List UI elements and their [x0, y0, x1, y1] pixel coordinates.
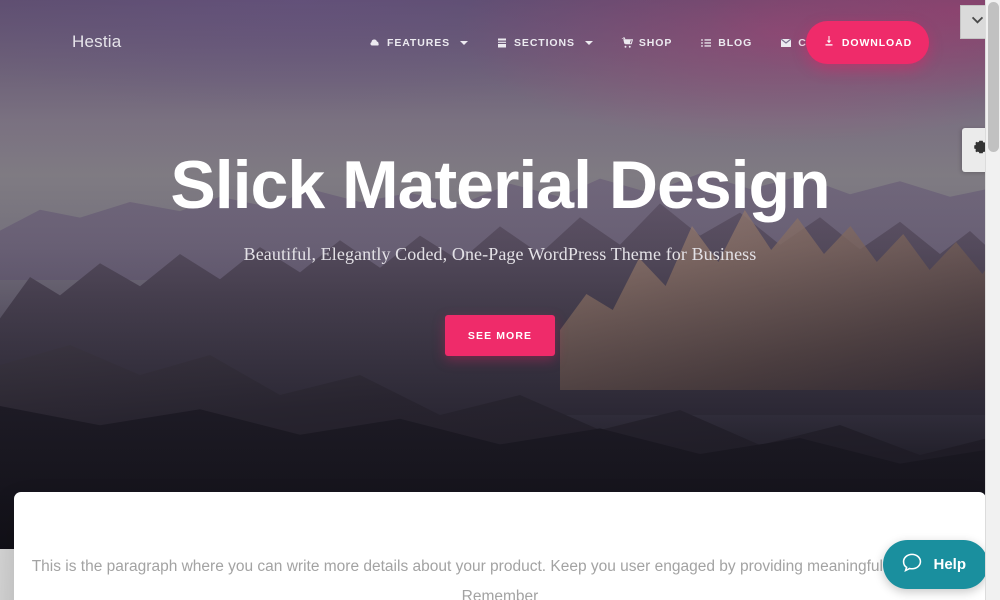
list-icon [700, 37, 712, 49]
cart-icon [621, 37, 633, 49]
envelope-icon [780, 37, 792, 49]
brand-logo[interactable]: Hestia [72, 32, 121, 52]
chevron-down-icon [460, 41, 469, 45]
cloud-icon [369, 37, 381, 49]
nav-item-label: BLOG [718, 37, 753, 49]
nav-item-label: FEATURES [387, 37, 451, 49]
download-button[interactable]: DOWNLOAD [806, 21, 929, 64]
content-paragraph: This is the paragraph where you can writ… [31, 558, 969, 600]
page-root: Hestia FEATURES SECTIONS SHOP BLOG DOWNL… [0, 0, 1000, 600]
download-icon [823, 35, 835, 50]
nav-item-label: SECTIONS [514, 37, 575, 49]
help-label: Help [933, 556, 966, 573]
layers-icon [496, 37, 508, 49]
nav-item-features[interactable]: FEATURES [355, 33, 482, 53]
content-card: This is the paragraph where you can writ… [14, 492, 986, 600]
see-more-button[interactable]: SEE MORE [445, 315, 555, 356]
nav-item-shop[interactable]: SHOP [607, 33, 686, 53]
nav-item-sections[interactable]: SECTIONS [482, 33, 607, 53]
download-button-label: DOWNLOAD [841, 36, 913, 49]
scrollbar-thumb[interactable] [988, 2, 999, 152]
nav-menu: FEATURES SECTIONS SHOP BLOG [355, 33, 869, 53]
chat-bubble-question-icon [901, 552, 923, 578]
nav-item-label: SHOP [638, 37, 673, 49]
navbar: Hestia FEATURES SECTIONS SHOP BLOG DOWNL… [0, 0, 1000, 85]
chevron-down-icon [969, 11, 986, 33]
nav-item-blog[interactable]: BLOG [686, 33, 766, 53]
scrollbar-track[interactable] [985, 0, 1000, 600]
chevron-down-icon [584, 41, 593, 45]
help-chat-button[interactable]: Help [883, 540, 988, 589]
